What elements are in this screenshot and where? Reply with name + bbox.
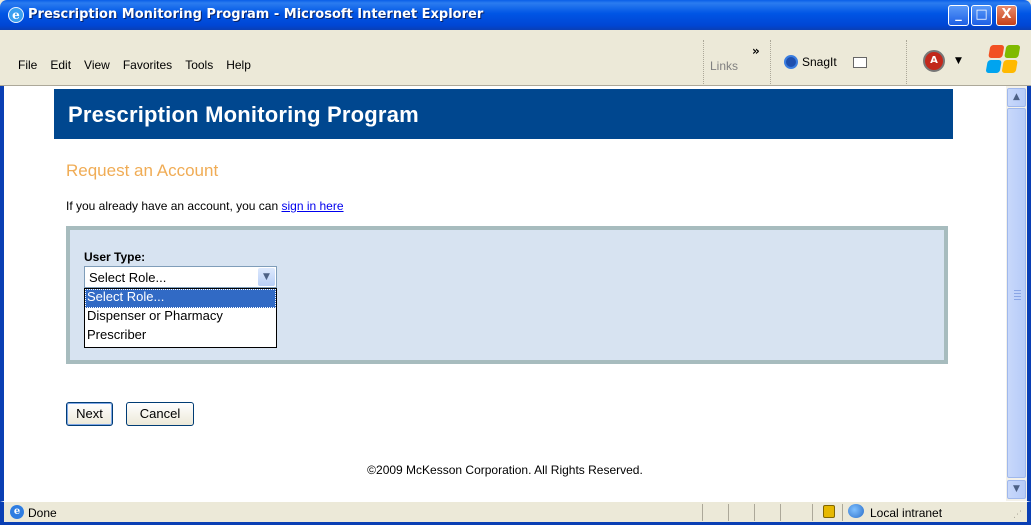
option-select-role[interactable]: Select Role... <box>85 289 276 308</box>
select-value: Select Role... <box>89 270 167 285</box>
status-separator <box>754 504 755 521</box>
close-button[interactable]: X <box>996 5 1017 26</box>
snagit-label: SnagIt <box>802 55 837 69</box>
grip-icon <box>1014 290 1021 302</box>
page-icon: e <box>10 505 24 519</box>
signin-link[interactable]: sign in here <box>281 199 343 213</box>
cancel-button[interactable]: Cancel <box>126 402 194 426</box>
page-header: Prescription Monitoring Program <box>54 89 953 139</box>
page-title: Prescription Monitoring Program <box>68 102 419 127</box>
vertical-scrollbar[interactable]: ▲ ▼ <box>1006 86 1031 501</box>
option-prescriber[interactable]: Prescriber <box>85 327 276 346</box>
minimize-button[interactable]: _ <box>948 5 969 26</box>
title-bar: e Prescription Monitoring Program - Micr… <box>0 0 1031 30</box>
menu-edit[interactable]: Edit <box>50 58 71 72</box>
next-button[interactable]: Next <box>66 402 113 426</box>
copyright-footer: ©2009 McKesson Corporation. All Rights R… <box>367 463 643 477</box>
menu-view[interactable]: View <box>84 58 110 72</box>
links-chevron-icon[interactable]: » <box>752 44 760 58</box>
status-separator <box>812 504 813 521</box>
ie-icon: e <box>8 7 24 23</box>
status-separator <box>702 504 703 521</box>
toolbar-separator <box>770 40 774 84</box>
dropdown-arrow-icon[interactable]: ▼ <box>955 56 962 66</box>
page-viewport: Prescription Monitoring Program Request … <box>0 86 1006 501</box>
pdf-icon[interactable]: A <box>923 50 945 72</box>
menu-tools[interactable]: Tools <box>185 58 213 72</box>
status-separator <box>842 504 843 521</box>
toolbar-separator <box>906 40 910 84</box>
status-separator <box>780 504 781 521</box>
snagit-icon <box>784 55 798 69</box>
menu-file[interactable]: File <box>18 58 37 72</box>
scroll-down-icon[interactable]: ▼ <box>1007 480 1026 499</box>
menu-bar: File Edit View Favorites Tools Help Link… <box>0 30 1031 86</box>
signin-prefix: If you already have an account, you can <box>66 199 282 213</box>
snagit-button[interactable]: SnagIt <box>784 55 867 69</box>
lock-icon <box>823 505 835 518</box>
user-type-dropdown: Select Role... Dispenser or Pharmacy Pre… <box>84 288 277 348</box>
scroll-up-icon[interactable]: ▲ <box>1007 88 1026 107</box>
user-type-label: User Type: <box>84 250 146 264</box>
signin-line: If you already have an account, you can … <box>66 199 344 213</box>
toolbar-separator <box>703 40 707 84</box>
menu-items: File Edit View Favorites Tools Help <box>18 58 264 72</box>
links-label[interactable]: Links <box>710 59 738 73</box>
chevron-down-icon[interactable]: ▼ <box>258 268 275 286</box>
intranet-icon <box>848 504 864 518</box>
status-text: Done <box>28 506 57 520</box>
user-type-select[interactable]: Select Role... ▼ <box>84 266 277 288</box>
status-separator <box>728 504 729 521</box>
resize-grip-icon[interactable]: ⋰ <box>1013 509 1025 521</box>
status-bar: e Done Local intranet ⋰ <box>0 501 1031 525</box>
menu-help[interactable]: Help <box>226 58 251 72</box>
request-account-heading: Request an Account <box>66 161 219 180</box>
scroll-thumb[interactable] <box>1007 108 1026 478</box>
zone-text: Local intranet <box>870 506 943 520</box>
window-title: Prescription Monitoring Program - Micros… <box>28 7 484 22</box>
option-dispenser-or-pharmacy[interactable]: Dispenser or Pharmacy <box>85 308 276 327</box>
user-type-panel: User Type: Select Role... ▼ Select Role.… <box>66 226 948 364</box>
maximize-button[interactable]: □ <box>971 5 992 26</box>
menu-favorites[interactable]: Favorites <box>123 58 172 72</box>
capture-icon[interactable] <box>852 56 867 68</box>
windows-logo-icon <box>985 45 1021 73</box>
